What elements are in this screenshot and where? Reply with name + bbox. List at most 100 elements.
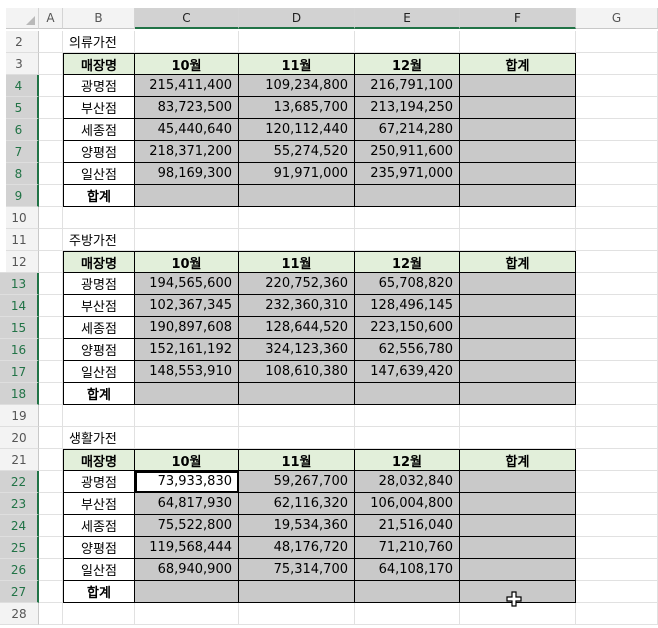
cell-a[interactable] [39,361,63,383]
store-name[interactable]: 광명점 [63,75,135,97]
value-nov[interactable]: 232,360,310 [239,295,355,317]
row-total[interactable] [460,339,576,361]
row-total[interactable] [460,119,576,141]
value-dec[interactable]: 147,639,420 [355,361,460,383]
column-heading[interactable]: 11월 [239,449,355,471]
cell-g[interactable] [576,405,658,427]
cell-a[interactable] [39,405,63,427]
column-heading[interactable]: 매장명 [63,251,135,273]
total-value[interactable] [239,185,355,207]
row-number[interactable]: 24 [0,515,39,537]
cell-a[interactable] [39,141,63,163]
cell-a[interactable] [39,603,63,625]
store-name[interactable]: 세종점 [63,317,135,339]
row-number[interactable]: 13 [0,273,39,295]
value-dec[interactable]: 28,032,840 [355,471,460,493]
cell-g[interactable] [576,361,658,383]
column-heading[interactable]: 매장명 [63,53,135,75]
value-dec[interactable]: 62,556,780 [355,339,460,361]
cell-g[interactable] [576,185,658,207]
total-label[interactable]: 합계 [63,185,135,207]
value-dec[interactable]: 106,004,800 [355,493,460,515]
cell-f[interactable] [460,229,576,251]
cell-g[interactable] [576,97,658,119]
value-dec[interactable]: 235,971,000 [355,163,460,185]
cell-g[interactable] [576,493,658,515]
column-heading[interactable]: 합계 [460,53,576,75]
cell-a[interactable] [39,581,63,603]
value-dec[interactable]: 250,911,600 [355,141,460,163]
cell-g[interactable] [576,53,658,75]
row-total[interactable] [460,559,576,581]
value-oct[interactable]: 194,565,600 [135,273,239,295]
column-heading[interactable]: 12월 [355,53,460,75]
row-number[interactable]: 16 [0,339,39,361]
column-heading[interactable]: 합계 [460,251,576,273]
store-name[interactable]: 일산점 [63,163,135,185]
store-name[interactable]: 부산점 [63,295,135,317]
cell-d[interactable] [239,603,355,625]
cell-a[interactable] [39,449,63,471]
cell-g[interactable] [576,537,658,559]
cell-g[interactable] [576,141,658,163]
cell-a[interactable] [39,251,63,273]
row-number[interactable]: 18 [0,383,39,405]
cell-g[interactable] [576,603,658,625]
value-nov[interactable]: 108,610,380 [239,361,355,383]
table-title[interactable]: 생활가전 [63,427,135,449]
total-value[interactable] [355,185,460,207]
column-header-c[interactable]: C [135,8,239,29]
cell-g[interactable] [576,515,658,537]
table-title[interactable]: 주방가전 [63,229,135,251]
column-heading[interactable]: 10월 [135,251,239,273]
store-name[interactable]: 양평점 [63,141,135,163]
column-heading[interactable]: 합계 [460,449,576,471]
total-value[interactable] [460,383,576,405]
value-nov[interactable]: 19,534,360 [239,515,355,537]
cell-a[interactable] [39,229,63,251]
value-oct[interactable]: 152,161,192 [135,339,239,361]
cell-d[interactable] [239,405,355,427]
total-value[interactable] [239,383,355,405]
cell-a[interactable] [39,427,63,449]
cell-g[interactable] [576,449,658,471]
store-name[interactable]: 양평점 [63,537,135,559]
cell-f[interactable] [460,31,576,53]
cell-a[interactable] [39,537,63,559]
value-oct[interactable]: 45,440,640 [135,119,239,141]
column-heading[interactable]: 12월 [355,251,460,273]
row-number[interactable]: 22 [0,471,39,493]
value-dec[interactable]: 67,214,280 [355,119,460,141]
column-heading[interactable]: 매장명 [63,449,135,471]
cell-b[interactable] [63,405,135,427]
store-name[interactable]: 일산점 [63,361,135,383]
column-header-b[interactable]: B [63,8,135,29]
cell-a[interactable] [39,75,63,97]
total-value[interactable] [460,185,576,207]
value-nov[interactable]: 324,123,360 [239,339,355,361]
value-dec[interactable]: 21,516,040 [355,515,460,537]
row-total[interactable] [460,317,576,339]
cell-b[interactable] [63,603,135,625]
value-dec[interactable]: 71,210,760 [355,537,460,559]
row-number[interactable]: 20 [0,427,39,449]
cell-a[interactable] [39,31,63,53]
cell-f[interactable] [460,405,576,427]
cell-g[interactable] [576,581,658,603]
row-number[interactable]: 27 [0,581,39,603]
column-header-e[interactable]: E [355,8,460,29]
cell-g[interactable] [576,383,658,405]
value-oct[interactable]: 73,933,830 [135,471,239,493]
cell-a[interactable] [39,515,63,537]
cell-c[interactable] [135,405,239,427]
value-nov[interactable]: 128,644,520 [239,317,355,339]
cell-a[interactable] [39,185,63,207]
value-oct[interactable]: 68,940,900 [135,559,239,581]
value-dec[interactable]: 64,108,170 [355,559,460,581]
cell-a[interactable] [39,317,63,339]
cell-a[interactable] [39,207,63,229]
cell-e[interactable] [355,603,460,625]
column-heading[interactable]: 11월 [239,53,355,75]
cell-f[interactable] [460,427,576,449]
store-name[interactable]: 광명점 [63,273,135,295]
